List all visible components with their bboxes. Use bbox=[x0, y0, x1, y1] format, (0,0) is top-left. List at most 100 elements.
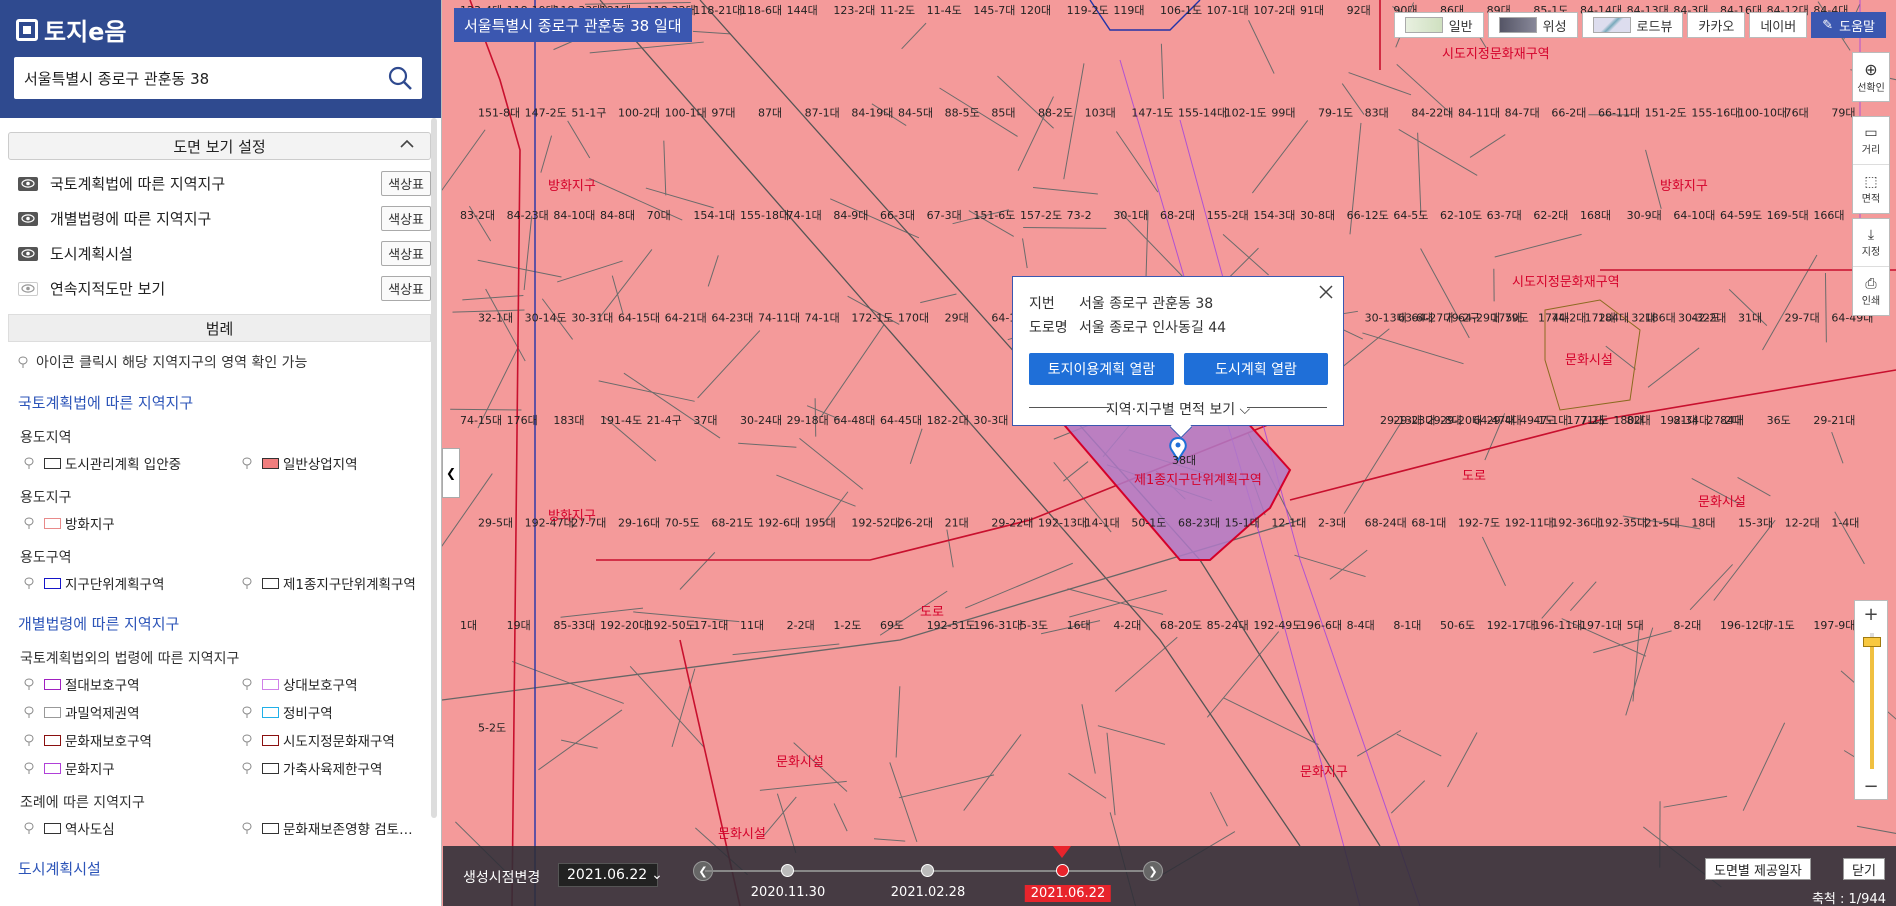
parcel-label[interactable]: 64-21대 bbox=[665, 312, 707, 325]
parcel-label[interactable]: 68-24대 bbox=[1365, 517, 1407, 530]
eye-icon[interactable] bbox=[18, 211, 38, 226]
search-button[interactable] bbox=[378, 57, 422, 99]
legend-item[interactable]: 과밀억제권역 bbox=[24, 702, 242, 722]
parcel-label[interactable]: 16대 bbox=[1067, 619, 1091, 632]
parcel-label[interactable]: 84-19대 bbox=[851, 107, 893, 120]
parcel-label[interactable]: 107-2대 bbox=[1253, 4, 1295, 17]
parcel-label[interactable]: 186대 bbox=[1645, 312, 1676, 325]
tool-print-button[interactable]: ⎙ 인쇄 bbox=[1853, 267, 1889, 315]
legend-item[interactable]: 방화지구 bbox=[24, 513, 242, 533]
parcel-label[interactable]: 36도 bbox=[1767, 414, 1791, 427]
parcel-label[interactable]: 37대 bbox=[693, 414, 717, 427]
zone-label[interactable]: 시도지정문화재구역 bbox=[1512, 275, 1620, 290]
parcel-label[interactable]: 5-2도 bbox=[478, 722, 506, 735]
color-table-button[interactable]: 색상표 bbox=[381, 206, 431, 231]
parcel-label[interactable]: 79-1도 bbox=[1318, 107, 1353, 120]
parcel-label[interactable]: 8-2대 bbox=[1673, 619, 1701, 632]
tool-save-button[interactable]: ⤓ 지정 bbox=[1853, 219, 1889, 267]
parcel-label[interactable]: 87대 bbox=[758, 107, 782, 120]
timeline-date-2[interactable]: 2021.02.28 bbox=[891, 885, 965, 900]
parcel-label[interactable]: 29-23대 bbox=[1393, 414, 1435, 427]
parcel-label[interactable]: 51-1구 bbox=[571, 107, 606, 120]
parcel-label[interactable]: 30-24대 bbox=[740, 414, 782, 427]
parcel-label[interactable]: 119-2도 bbox=[1067, 4, 1109, 17]
tool-area-button[interactable]: ⬚ 면적 bbox=[1853, 165, 1889, 213]
parcel-label[interactable]: 29-5대 bbox=[478, 517, 513, 530]
parcel-label[interactable]: 67-3대 bbox=[927, 209, 962, 222]
parcel-label[interactable]: 88-2도 bbox=[1038, 107, 1073, 120]
parcel-label[interactable]: 147-2도 bbox=[525, 107, 567, 120]
zone-label[interactable]: 방화지구 bbox=[548, 509, 596, 524]
parcel-label[interactable]: 63-7대 bbox=[1487, 209, 1522, 222]
zoom-in-button[interactable]: + bbox=[1855, 601, 1887, 627]
parcel-label[interactable]: 2-3대 bbox=[1318, 517, 1346, 530]
parcel-label[interactable]: 30-31대 bbox=[571, 312, 613, 325]
parcel-label[interactable]: 157-2도 bbox=[1020, 209, 1062, 222]
legend-item[interactable]: 절대보호구역 bbox=[24, 674, 242, 694]
parcel-label[interactable]: 84-10대 bbox=[553, 209, 595, 222]
parcel-label[interactable]: 84-8대 bbox=[600, 209, 635, 222]
legend-item[interactable]: 문화재보호구역 bbox=[24, 730, 242, 750]
zone-label[interactable]: 문화시설 bbox=[1698, 495, 1746, 510]
parcel-label[interactable]: 195대 bbox=[805, 517, 836, 530]
parcel-label[interactable]: 84대 bbox=[1720, 414, 1744, 427]
parcel-label[interactable]: 168대 bbox=[1580, 209, 1611, 222]
parcel-label[interactable]: 62-10도 bbox=[1440, 209, 1482, 222]
pin-icon[interactable] bbox=[242, 705, 252, 719]
parcel-label[interactable]: 192-35대 bbox=[1598, 517, 1647, 530]
timeline-point-1[interactable] bbox=[781, 864, 794, 877]
parcel-label[interactable]: 68-20도 bbox=[1160, 619, 1202, 632]
parcel-label[interactable]: 85-33대 bbox=[553, 619, 595, 632]
parcel-label[interactable]: 107-1대 bbox=[1207, 4, 1249, 17]
parcel-label[interactable]: 154-1대 bbox=[693, 209, 735, 222]
legend-item[interactable]: 도시관리계획 입안중 bbox=[24, 453, 242, 473]
city-plan-button[interactable]: 도시계획 열람 bbox=[1184, 353, 1328, 385]
parcel-label[interactable]: 74-1대 bbox=[805, 312, 840, 325]
parcel-label[interactable]: 184대 bbox=[1598, 312, 1629, 325]
eye-icon[interactable] bbox=[18, 281, 38, 296]
parcel-label[interactable]: 84-23대 bbox=[507, 209, 549, 222]
zone-label[interactable]: 도로 bbox=[1462, 469, 1486, 484]
pin-icon[interactable] bbox=[24, 456, 34, 470]
parcel-label[interactable]: 76대 bbox=[1785, 107, 1809, 120]
zone-area-toggle[interactable]: 지역·지구별 면적 보기 ⌵ bbox=[1029, 399, 1327, 419]
parcel-label[interactable]: 71대 bbox=[1580, 414, 1604, 427]
legend-item[interactable]: 문화재보존영향 검토… bbox=[242, 818, 441, 838]
map-type-roadview[interactable]: 로드뷰 bbox=[1581, 12, 1684, 38]
legend-item[interactable]: 정비구역 bbox=[242, 702, 441, 722]
parcel-label[interactable]: 15-3대 bbox=[1738, 517, 1773, 530]
sidebar-collapse-button[interactable]: ❮ bbox=[442, 448, 460, 498]
parcel-label[interactable]: 74-15대 bbox=[460, 414, 502, 427]
parcel-label[interactable]: 155-14대 bbox=[1178, 107, 1227, 120]
parcel-label[interactable]: 64-10대 bbox=[1673, 209, 1715, 222]
parcel-label[interactable]: 30-14도 bbox=[525, 312, 567, 325]
parcel-label[interactable]: 70대 bbox=[647, 209, 671, 222]
parcel-label[interactable]: 66-2대 bbox=[1551, 107, 1586, 120]
parcel-label[interactable]: 154-3대 bbox=[1253, 209, 1295, 222]
parcel-label[interactable]: 192-13대 bbox=[1038, 517, 1087, 530]
parcel-label[interactable]: 50-1도 bbox=[1131, 517, 1166, 530]
zone-label[interactable]: 제1종지구단위계획구역 bbox=[1134, 473, 1262, 488]
legend-item[interactable]: 일반상업지역 bbox=[242, 453, 441, 473]
parcel-label[interactable]: 191-4도 bbox=[600, 414, 642, 427]
parcel-label[interactable]: 42-2대 bbox=[1691, 312, 1726, 325]
legend-item[interactable]: 상대보호구역 bbox=[242, 674, 441, 694]
parcel-label[interactable]: 183대 bbox=[553, 414, 584, 427]
pin-icon[interactable] bbox=[24, 761, 34, 775]
parcel-label[interactable]: 192-51도 bbox=[927, 619, 976, 632]
pin-icon[interactable] bbox=[242, 821, 252, 835]
parcel-label[interactable]: 99대 bbox=[1271, 107, 1295, 120]
pin-icon[interactable] bbox=[242, 761, 252, 775]
map-type-kakao[interactable]: 카카오 bbox=[1687, 12, 1746, 38]
parcel-label[interactable]: 84-11대 bbox=[1458, 107, 1500, 120]
parcel-label[interactable]: 197-1대 bbox=[1580, 619, 1622, 632]
color-table-button[interactable]: 색상표 bbox=[381, 171, 431, 196]
zone-label[interactable]: 방화지구 bbox=[548, 179, 596, 194]
parcel-label[interactable]: 62-2대 bbox=[1533, 209, 1568, 222]
parcel-label[interactable]: 11-4도 bbox=[927, 4, 962, 17]
parcel-label[interactable]: 29-21대 bbox=[1813, 414, 1855, 427]
parcel-label[interactable]: 4-2대 bbox=[1113, 619, 1141, 632]
parcel-label[interactable]: 68-21도 bbox=[711, 517, 753, 530]
parcel-label[interactable]: 68-1대 bbox=[1411, 517, 1446, 530]
parcel-label[interactable]: 29-7대 bbox=[1785, 312, 1820, 325]
